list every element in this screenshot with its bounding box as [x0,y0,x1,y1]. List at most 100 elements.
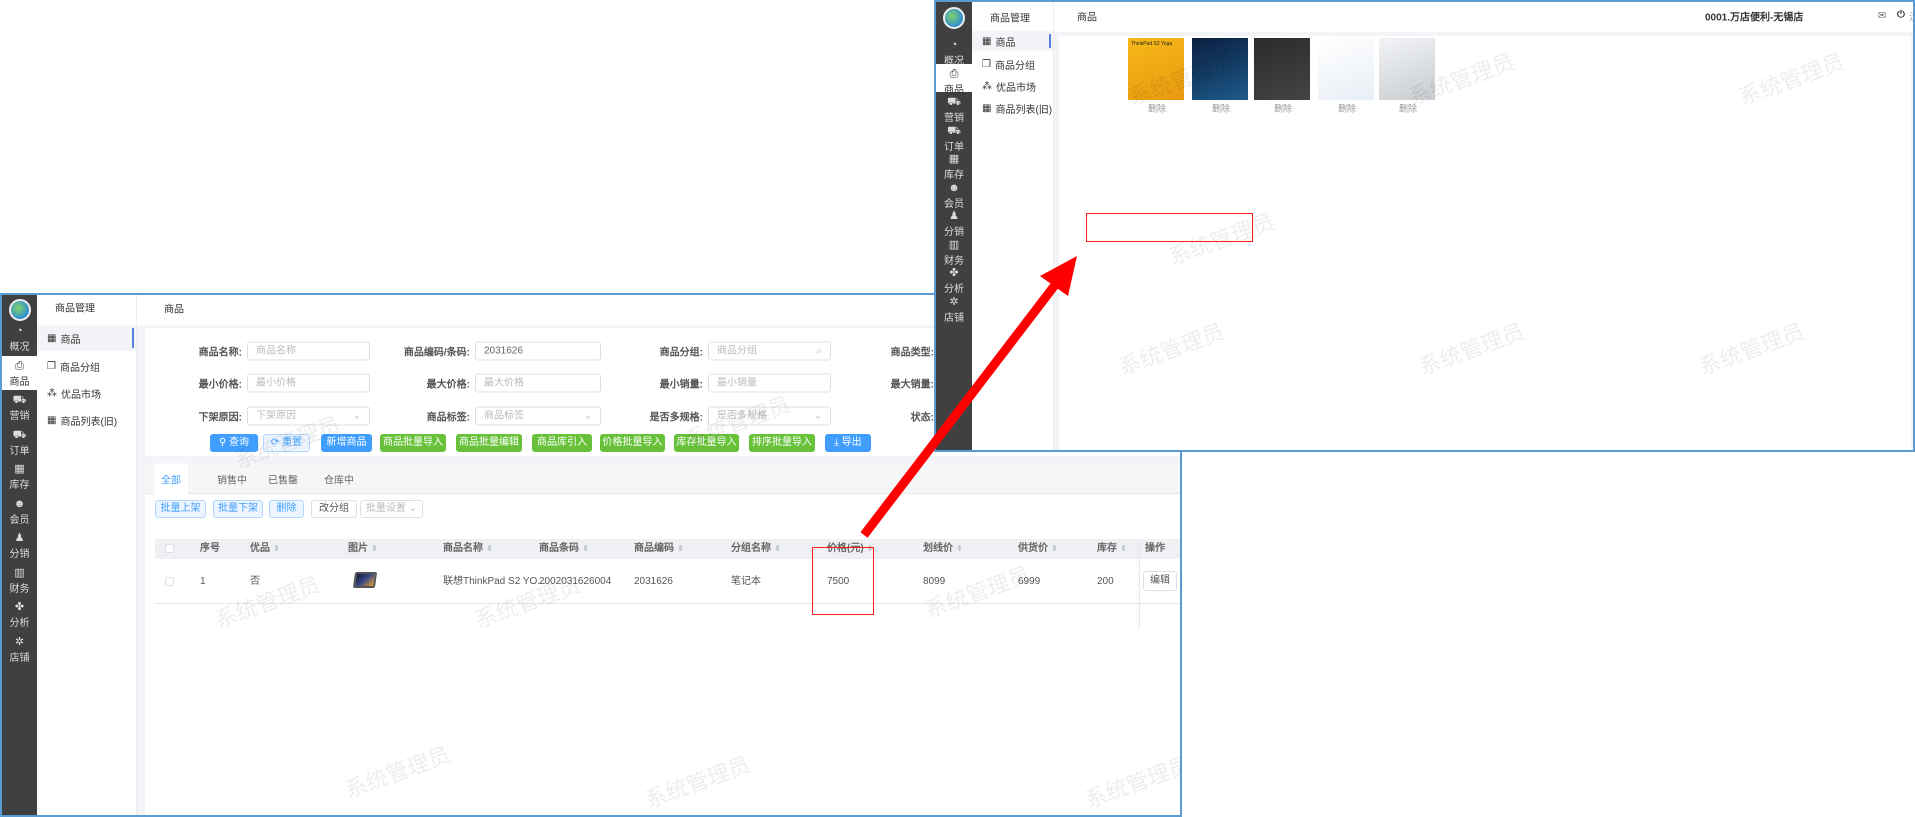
table-row: 1 否 联想ThinkPad S2 YO... 2002031626004 203162… [155,539,1180,629]
column-label: 商品名称 [443,543,483,554]
delete-image-link[interactable]: 删除 [1274,102,1292,115]
product-table: 序号 优品 ⬍ 图片 ⬍ 商品名称 ⬍ 商品条码 ⬍ 商品编码 ⬍ 分组名称 ⬍ 价格(元) ⬍ 划线价 ⬍ 供货… [155,539,1180,629]
column-header-3[interactable]: 商品名称 ⬍ [443,539,493,559]
copy-icon: ❐ [982,58,991,70]
column-header-1[interactable]: 优品 ⬍ [250,539,280,559]
column-header-8[interactable]: 划线价 ⬍ [923,539,963,559]
tab-3[interactable]: 仓库中 [324,472,354,487]
button-label: 重置 [282,437,303,448]
product-edit-window: ◔ 概况 ⎙ 商品 ⛟ 营销 ⛟ 订单 ▦ 库存 ☻ 会员 ♟ 分销 ▥ 财务 ✤ 分析 ✲ 店铺 商品管理 ▦ 商品 ❐ 商品… [934,0,1915,452]
distribution-icon: ♟ [949,210,959,222]
batch-button-3[interactable]: 改分组 [311,500,357,518]
filter-label-text: 商品编码/条码: [403,347,470,359]
sidebar-item-2[interactable]: ⛟ 营销 [936,92,972,124]
filter-label: 状态: [734,409,934,424]
batch-button-4[interactable]: 批量设置 ⌄ [360,500,423,518]
grid-icon: ▦ [982,35,992,47]
form-label: 上架时间: [1848,297,1913,312]
delete-image-link[interactable]: 删除 [1212,102,1230,115]
batch-button-2[interactable]: 删除 [269,500,304,518]
filter-label: 商品编码/条码: [270,344,470,359]
toolbar-button-4[interactable]: 商品批量编辑 [456,434,522,452]
row-checkbox[interactable] [165,577,174,586]
button-label: 查询 [229,437,250,448]
column-header-9[interactable]: 供货价 ⬍ [1018,539,1058,559]
column-header-2[interactable]: 图片 ⬍ [348,539,378,559]
column-header-6[interactable]: 分组名称 ⬍ [731,539,781,559]
select-all-checkbox[interactable] [165,544,174,553]
edit-button[interactable]: 编辑 [1143,571,1177,591]
sidebar-item-4[interactable]: ▦ 库存 [936,149,972,181]
sidebar-item-0[interactable]: ◔ 概况 [2,321,37,355]
sidebar-item-4[interactable]: ▦ 库存 [2,459,37,493]
filter-label: 商品名称: [42,344,242,359]
form-label: *库存: [1848,248,1913,263]
sidebar-item-3[interactable]: ⛟ 订单 [2,425,37,459]
toolbar-button-6[interactable]: 价格批量导入 [600,434,665,452]
sidebar-item-6[interactable]: ♟ 分销 [936,206,972,238]
store-name[interactable]: 0001.万店便利-无锡店 [1705,9,1803,24]
column-header-0[interactable]: 序号 [200,539,220,559]
toolbar-button-9[interactable]: ⤓ 导出 [825,434,871,452]
logout-link[interactable]: 注 [1909,9,1913,24]
sidebar-item-1[interactable]: ⎙ 商品 [2,355,37,390]
submenu-item-2[interactable]: ⁂ 优品市场 [972,76,1053,96]
delete-image-link[interactable]: 删除 [1338,102,1356,115]
toolbar-button-7[interactable]: 库存批量导入 [674,434,739,452]
delete-image-link[interactable]: 删除 [1148,102,1166,115]
main-sidebar: ◔ 概况 ⎙ 商品 ⛟ 营销 ⛟ 订单 ▦ 库存 ☻ 会员 ♟ 分销 ▥ 财务 ✤ 分析 ✲ 店铺 [2,295,37,815]
sidebar-item-6[interactable]: ♟ 分销 [2,528,37,562]
page-title: 商品 [164,304,184,316]
form-label: *商品分组: [1848,125,1913,140]
sidebar-item-0[interactable]: ◔ 概况 [936,35,972,67]
tab-2[interactable]: 已售罄 [268,472,298,487]
sidebar-item-label: 订单 [9,445,30,457]
sidebar-item-8[interactable]: ✤ 分析 [2,597,37,631]
column-header-5[interactable]: 商品编码 ⬍ [634,539,684,559]
power-icon[interactable]: ⏻ [1897,10,1905,21]
column-header-10[interactable]: 库存 ⬍ [1097,539,1127,559]
sidebar-item-8[interactable]: ✤ 分析 [936,263,972,295]
mail-icon[interactable]: ✉ [1878,11,1886,22]
submenu-item-0[interactable]: ▦ 商品 [972,31,1053,51]
toolbar-button-2[interactable]: 新增商品 [321,434,372,452]
tab-1[interactable]: 销售中 [217,472,247,487]
toolbar-button-3[interactable]: 商品批量导入 [380,434,446,452]
filter-label-text: 商品名称: [198,347,242,359]
sidebar-item-9[interactable]: ✲ 店铺 [936,292,972,324]
sidebar-item-7[interactable]: ▥ 财务 [936,235,972,267]
sidebar-item-label: 分销 [9,549,30,560]
column-header-11[interactable]: 操作 [1145,539,1165,559]
toolbar-button-1[interactable]: ⟳ 重置 [263,434,310,452]
filter-label: 最小价格: [42,376,242,391]
sidebar-item-9[interactable]: ✲ 店铺 [2,632,37,666]
delete-image-link[interactable]: 删除 [1399,102,1417,115]
sidebar-item-7[interactable]: ▥ 财务 [2,563,37,597]
tab-0[interactable]: 全部 [154,463,188,495]
inventory-icon: ▦ [948,153,960,165]
cart-icon: ⛟ [12,428,27,441]
column-label: 供货价 [1018,543,1048,554]
sort-icon: ⬍ [371,544,378,553]
sidebar-item-label: 营销 [9,411,30,422]
button-label: 价格批量导入 [602,437,663,448]
sidebar-item-1[interactable]: ⎙ 商品 [936,63,972,96]
product-image [1192,38,1248,100]
sidebar-item-2[interactable]: ⛟ 营销 [2,390,37,424]
filter-label-text: 是否多规格: [649,412,703,424]
toolbar-button-0[interactable]: ⚲ 查询 [210,434,258,452]
batch-button-0[interactable]: 批量上架 [155,500,206,518]
sidebar-item-3[interactable]: ⛟ 订单 [936,121,972,153]
toolbar-button-5[interactable]: 商品库引入 [532,434,592,452]
sidebar-item-5[interactable]: ☻ 会员 [2,494,37,528]
button-label: 导出 [841,437,862,448]
search-icon: ⚲ [218,437,230,448]
toolbar-button-8[interactable]: 排序批量导入 [749,434,815,452]
button-label: 排序批量导入 [752,437,812,448]
column-header-4[interactable]: 商品条码 ⬍ [539,539,589,559]
batch-button-1[interactable]: 批量下架 [213,500,263,518]
sidebar-item-5[interactable]: ☻ 会员 [936,178,972,210]
analysis-icon: ✤ [14,601,25,613]
submenu-item-1[interactable]: ❐ 商品分组 [972,54,1053,74]
submenu-item-3[interactable]: ▦ 商品列表(旧) [972,98,1053,118]
